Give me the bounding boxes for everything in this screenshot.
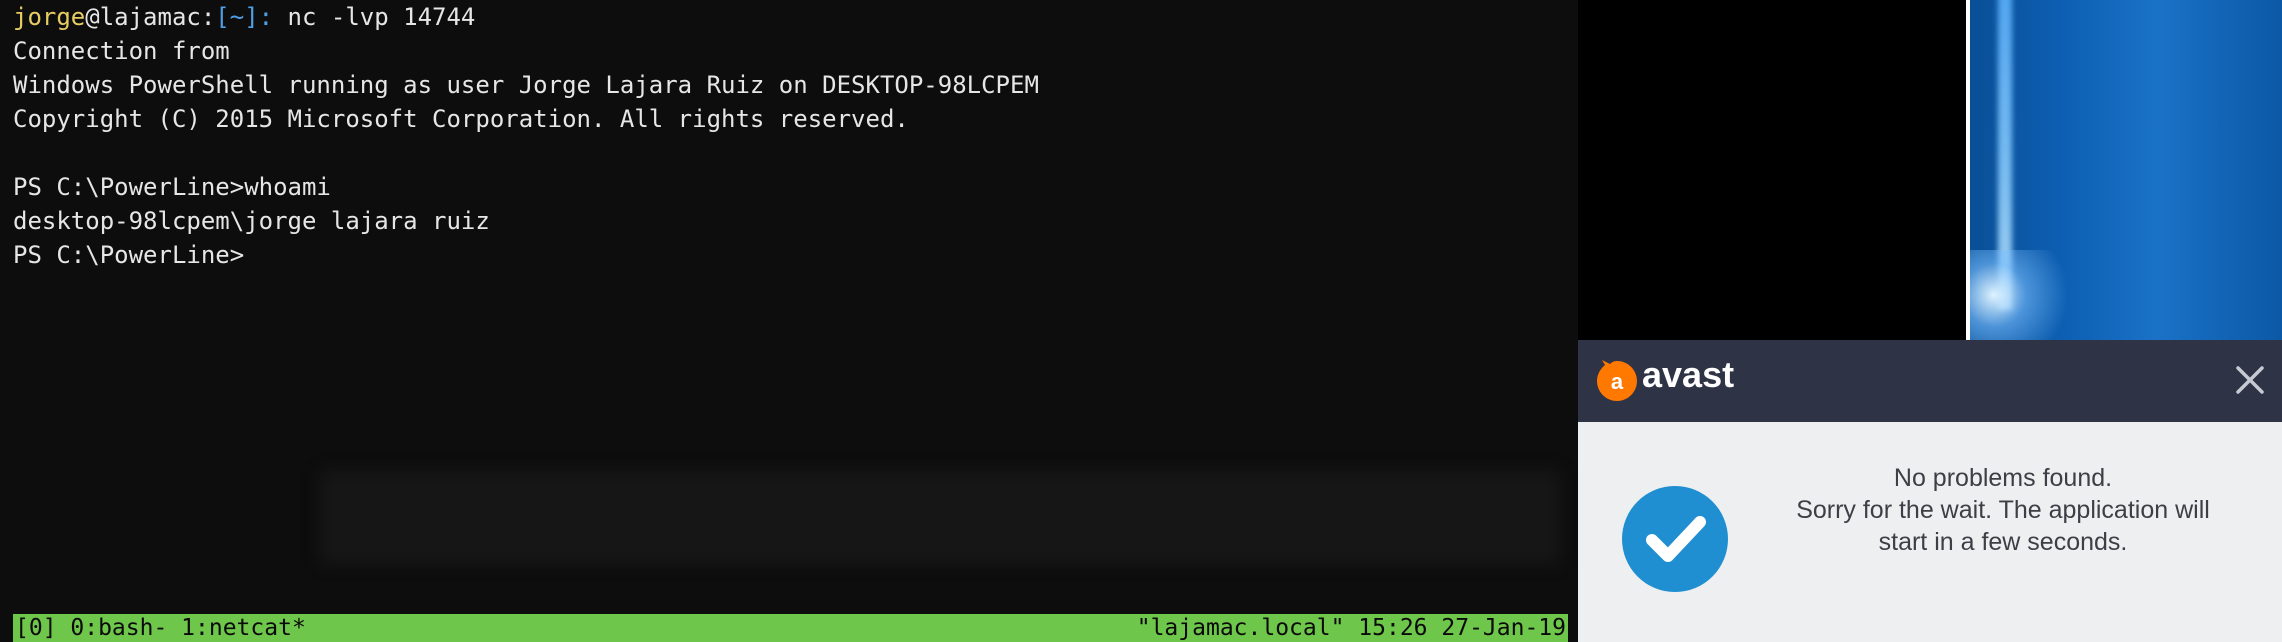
terminal-window[interactable]: jorge@lajamac:[~]: nc -lvp 14744 Connect… [0, 0, 1578, 642]
avast-header: a avast [1578, 340, 2282, 422]
avast-logo-icon: a [1597, 360, 1637, 401]
avast-message: No problems found. Sorry for the wait. T… [1738, 462, 2268, 558]
prompt-at: @ [85, 3, 100, 31]
background-ghost [320, 470, 1560, 565]
windows-wallpaper [1966, 0, 2282, 340]
avast-message-title: No problems found. [1893, 464, 2113, 492]
terminal-line: Windows PowerShell running as user Jorge… [13, 71, 1039, 99]
prompt-host: lajamac: [99, 3, 216, 31]
avast-notification: a avast No problems found. Sorry for the… [1578, 340, 2282, 642]
terminal-line: Connection from [13, 37, 230, 65]
avast-message-line: start in a few seconds. [1878, 528, 2128, 556]
terminal-output[interactable]: jorge@lajamac:[~]: nc -lvp 14744 Connect… [13, 0, 1568, 272]
avast-message-line: Sorry for the wait. The application will [1796, 496, 2210, 524]
avast-brand-name: avast [1642, 354, 1735, 395]
wallpaper-glow [1970, 250, 2090, 340]
prompt-user: jorge [13, 3, 86, 31]
tmux-host-clock: "lajamac.local" 15:26 27-Jan-19 [1136, 615, 1566, 641]
terminal-line: desktop-98lcpem\jorge lajara ruiz [13, 207, 490, 235]
close-icon[interactable] [2232, 362, 2268, 398]
desktop-background [1578, 0, 1966, 340]
avast-body: No problems found. Sorry for the wait. T… [1578, 422, 2282, 642]
prompt-dir: [~]: [215, 3, 274, 31]
terminal-prompt-line: jorge@lajamac:[~]: nc -lvp 14744 [13, 0, 1568, 34]
checkmark-circle-icon [1622, 486, 1728, 592]
terminal-current-prompt[interactable]: PS C:\PowerLine> [13, 238, 1568, 272]
svg-text:a: a [1611, 369, 1624, 394]
prompt-command: nc -lvp 14744 [273, 3, 476, 31]
terminal-line: PS C:\PowerLine>whoami [13, 173, 331, 201]
tmux-status-bar: [0] 0:bash- 1:netcat* "lajamac.local" 15… [13, 614, 1568, 642]
terminal-line: Copyright (C) 2015 Microsoft Corporation… [13, 105, 909, 133]
tmux-window-list[interactable]: [0] 0:bash- 1:netcat* [15, 614, 306, 642]
